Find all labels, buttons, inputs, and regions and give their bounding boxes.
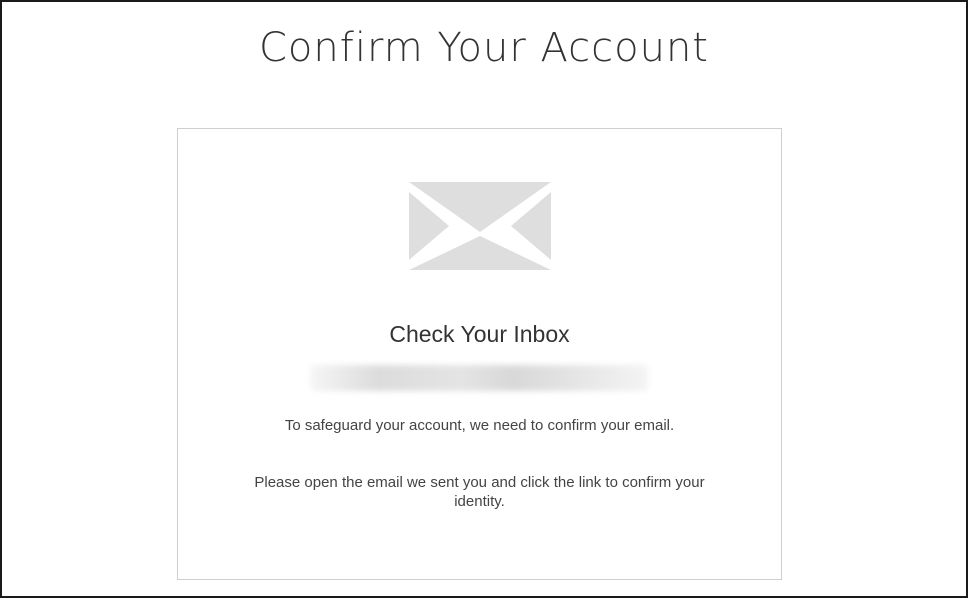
inbox-heading: Check Your Inbox [389,321,570,347]
page-title: Confirm Your Account [259,25,709,71]
instructions-message: Please open the email we sent you and cl… [254,474,705,510]
envelope-icon [409,182,551,270]
confirmation-card: Check Your Inbox To safeguard your accou… [177,128,782,580]
safeguard-message: To safeguard your account, we need to co… [284,417,675,434]
redacted-email-address [310,365,648,391]
page-frame: Confirm Your Account Check Your Inbox To… [0,0,968,598]
